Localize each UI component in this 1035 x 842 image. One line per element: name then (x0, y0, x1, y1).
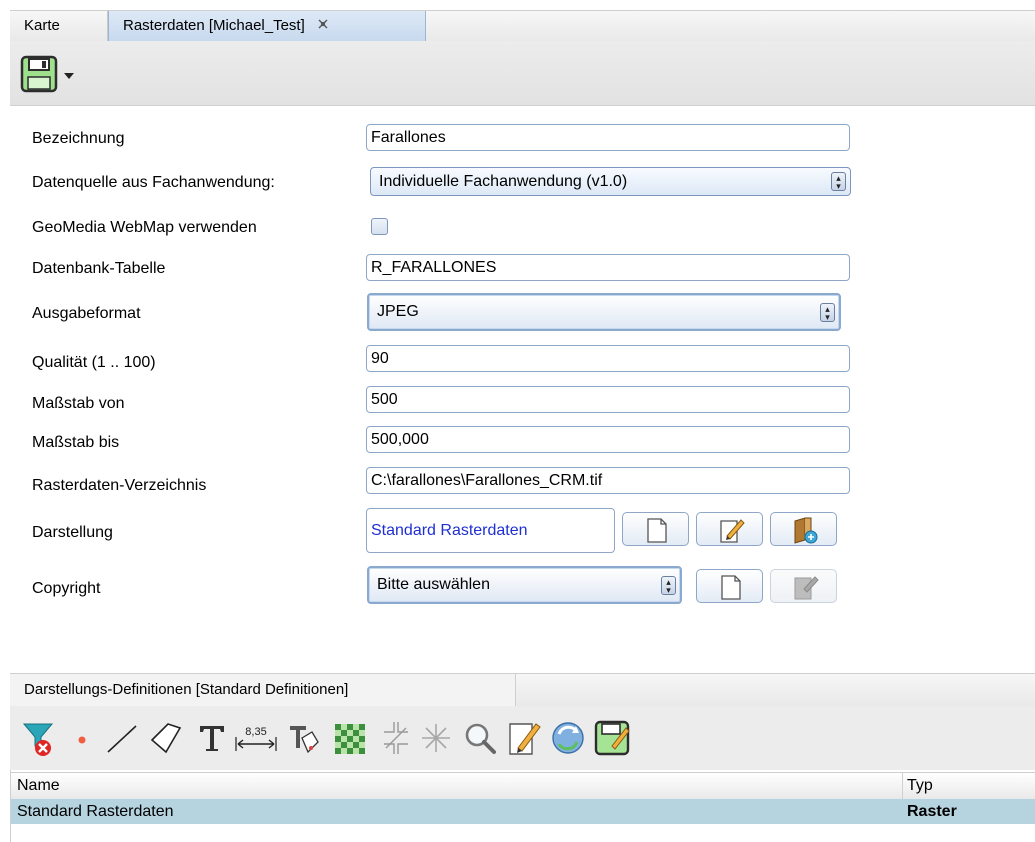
darstellung-value[interactable]: Standard Rasterdaten (366, 508, 615, 553)
select-arrows-icon: ▴ ▾ (820, 303, 835, 322)
row-type: Raster (907, 803, 957, 820)
import-style-icon (794, 517, 818, 544)
verzeichnis-input[interactable]: C:\farallones\Farallones_CRM.tif (366, 467, 850, 494)
dimension-icon: 8,35 (235, 726, 277, 751)
toolbar (10, 41, 1035, 106)
select-arrows-icon: ▴ ▾ (831, 172, 846, 191)
text-tool-button[interactable] (192, 718, 232, 758)
column-header-name[interactable]: Name (17, 773, 60, 799)
column-header-type[interactable]: Typ (907, 773, 933, 799)
bezeichnung-label: Bezeichnung (32, 130, 125, 147)
massstab-von-input[interactable]: 500 (366, 386, 850, 413)
datenquelle-value: Individuelle Fachanwendung (v1.0) (379, 173, 628, 190)
darstellung-edit-button[interactable] (696, 512, 763, 546)
column-divider[interactable] (902, 773, 903, 799)
dimension-text: 8,35 (245, 726, 266, 738)
copyright-value: Bitte auswählen (377, 576, 490, 593)
tab-karte[interactable]: Karte (10, 11, 108, 41)
label-tool-button[interactable] (284, 718, 324, 758)
ausgabeformat-select[interactable]: JPEG ▴ ▾ (367, 293, 841, 331)
line-icon (107, 725, 137, 753)
tab-rasterdaten[interactable]: Rasterdaten [Michael_Test] (108, 11, 426, 41)
remove-filter-button[interactable] (18, 718, 58, 758)
ausgabeformat-value: JPEG (377, 303, 419, 320)
webmap-checkbox[interactable] (371, 218, 388, 235)
webmap-label: GeoMedia WebMap verwenden (32, 219, 257, 236)
line-tool-button[interactable] (102, 718, 142, 758)
massstab-bis-label: Maßstab bis (32, 434, 120, 451)
datenquelle-label: Datenquelle aus Fachanwendung: (32, 174, 275, 191)
bottom-tab-strip: Darstellungs-Definitionen [Standard Defi… (10, 673, 1035, 707)
raster-pattern-icon (335, 724, 365, 754)
dimension-tool-button[interactable]: 8,35 (232, 718, 280, 758)
darstellung-import-button[interactable] (770, 512, 837, 546)
definitions-toolbar: 8,35 (10, 706, 1035, 770)
save-definitions-button[interactable] (592, 718, 632, 758)
tab-karte-label: Karte (24, 17, 60, 34)
edit-document-icon (794, 576, 819, 600)
table-row[interactable]: Standard Rasterdaten Raster (11, 799, 1035, 824)
star-icon (422, 724, 450, 752)
definitions-table: Name Typ Standard Rasterdaten Raster (10, 770, 1035, 842)
bottom-tab-label: Darstellungs-Definitionen [Standard Defi… (24, 681, 349, 698)
symbol-tool-button[interactable] (416, 718, 456, 758)
floppy-disk-icon (20, 55, 74, 93)
tabelle-input[interactable]: R_FARALLONES (366, 254, 850, 281)
polygon-tool-button[interactable] (146, 718, 186, 758)
copyright-label: Copyright (32, 580, 101, 597)
row-name: Standard Rasterdaten (17, 803, 174, 820)
verzeichnis-label: Rasterdaten-Verzeichnis (32, 477, 207, 494)
ausgabeformat-label: Ausgabeformat (32, 305, 141, 322)
new-document-icon (721, 575, 741, 600)
edit-button[interactable] (504, 718, 544, 758)
snap-tool-button[interactable] (376, 718, 416, 758)
new-document-icon (647, 518, 667, 543)
qualitaet-input[interactable]: 90 (366, 345, 850, 372)
refresh-icon (552, 722, 584, 754)
tab-strip: Karte Rasterdaten [Michael_Test] (10, 10, 1035, 42)
qualitaet-label: Qualität (1 .. 100) (32, 354, 156, 371)
remove-filter-icon (22, 723, 54, 756)
point-icon (78, 736, 86, 744)
copyright-edit-button[interactable] (770, 569, 837, 603)
tab-darstellungs-definitionen[interactable]: Darstellungs-Definitionen [Standard Defi… (10, 674, 516, 706)
search-button[interactable] (460, 718, 500, 758)
bezeichnung-input[interactable]: Farallones (366, 124, 850, 151)
point-tool-button[interactable] (62, 718, 102, 758)
tabelle-label: Datenbank-Tabelle (32, 260, 166, 277)
refresh-button[interactable] (548, 718, 588, 758)
search-icon (465, 723, 496, 754)
massstab-von-label: Maßstab von (32, 395, 125, 412)
massstab-bis-input[interactable]: 500,000 (366, 426, 850, 453)
tab-rasterdaten-label: Rasterdaten [Michael_Test] (123, 17, 305, 34)
raster-tool-button[interactable] (330, 718, 370, 758)
edit-document-icon (720, 519, 745, 543)
select-arrows-icon: ▴ ▾ (661, 576, 676, 595)
polygon-icon (150, 723, 182, 754)
darstellung-label: Darstellung (32, 524, 113, 541)
table-header: Name Typ (11, 772, 1035, 800)
datenquelle-select[interactable]: Individuelle Fachanwendung (v1.0) ▴ ▾ (370, 167, 851, 196)
save-menu-button[interactable] (20, 55, 90, 95)
crosshair-icon (384, 722, 408, 754)
darstellung-new-button[interactable] (622, 512, 689, 546)
close-icon[interactable] (317, 11, 329, 41)
label-icon (290, 726, 319, 754)
text-icon (200, 726, 224, 751)
edit-document-icon (509, 723, 541, 755)
copyright-new-button[interactable] (696, 569, 763, 603)
copyright-select[interactable]: Bitte auswählen ▴ ▾ (367, 566, 682, 604)
floppy-disk-icon (594, 720, 630, 756)
